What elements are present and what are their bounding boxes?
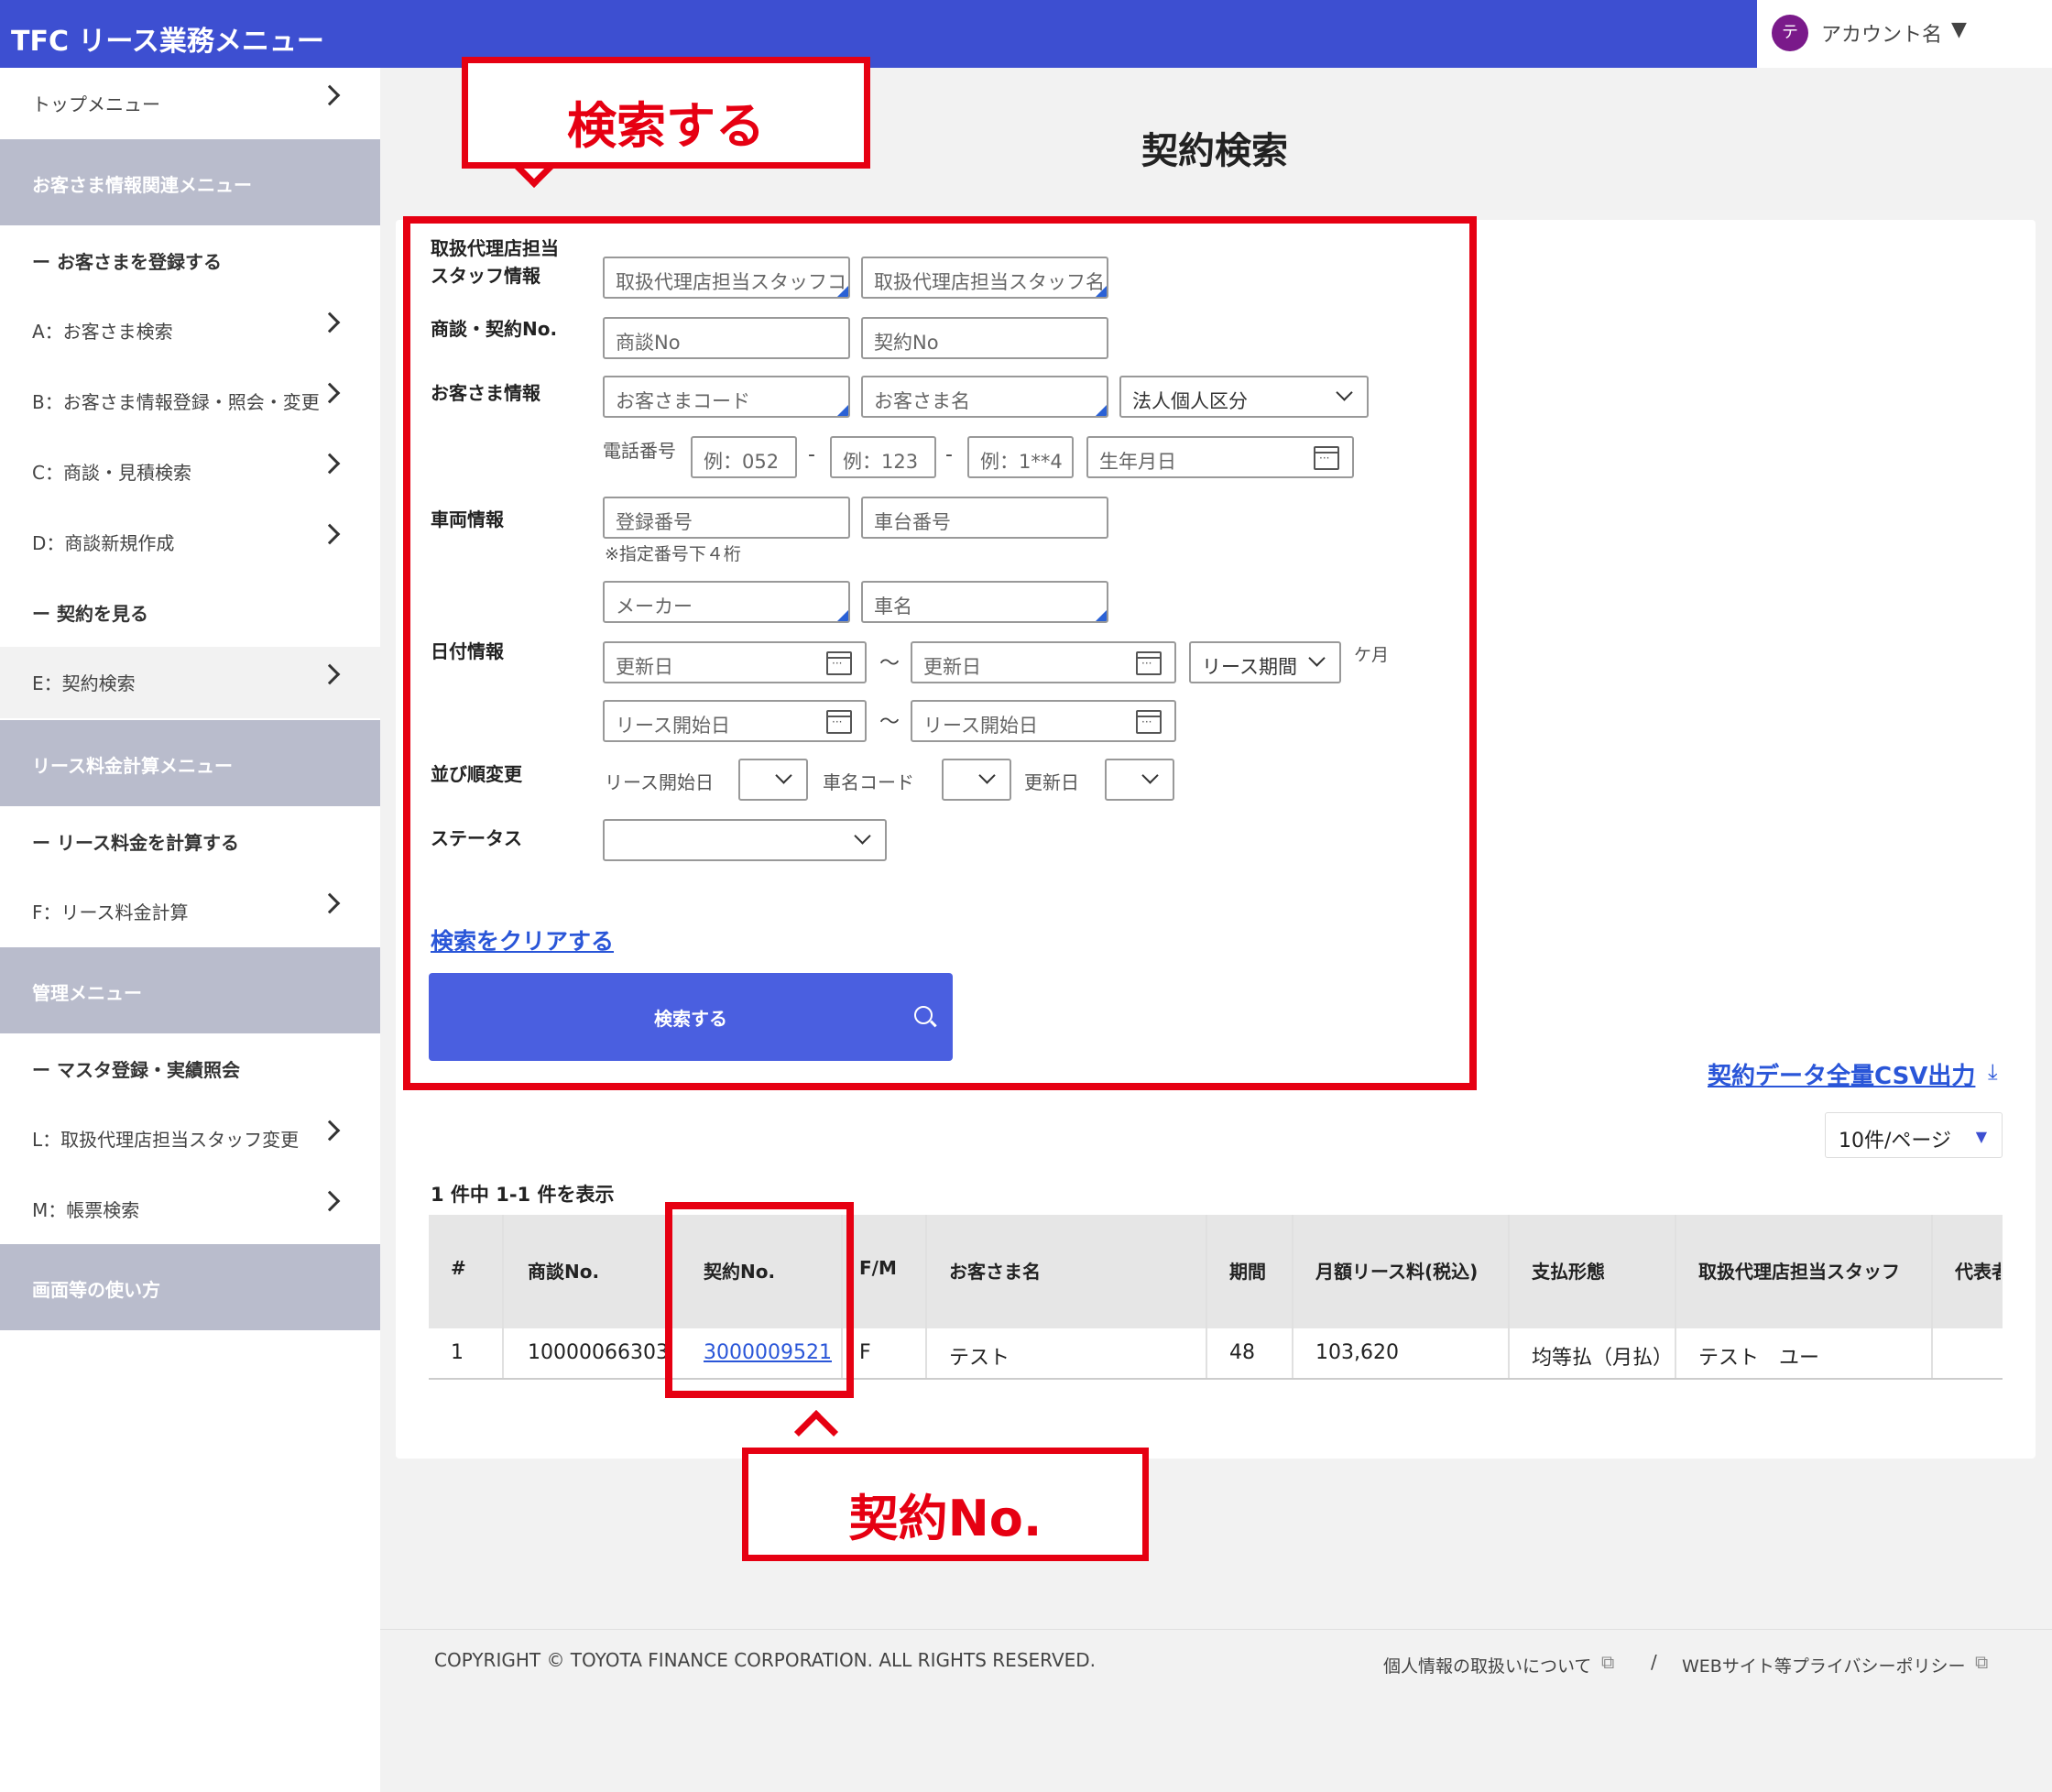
contract-no-highlight <box>665 1202 854 1398</box>
sidebar-item-label: E：契約検索 <box>32 672 136 694</box>
table-divider <box>925 1215 927 1380</box>
external-link-icon: ⧉ <box>1975 1651 1989 1673</box>
sidebar-section-label: 管理メニュー <box>32 982 142 1004</box>
app-title: TFC リース業務メニュー <box>11 26 324 58</box>
sidebar-item-label: F：リース料金計算 <box>32 901 189 923</box>
column-header-monthly-fee: 月額リース料(税込) <box>1315 1261 1479 1283</box>
table-divider <box>1292 1215 1293 1380</box>
sidebar-section-label: お客さま情報関連メニュー <box>32 174 252 196</box>
sidebar-sub-master: ー マスタ登録・実績照会 <box>0 1033 380 1103</box>
chevron-right-icon <box>319 1120 341 1142</box>
sidebar-sub-label: ー 契約を見る <box>32 603 148 625</box>
page-size-select[interactable]: 10件/ページ ▼ <box>1825 1112 2003 1158</box>
privacy-link[interactable]: 個人情報の取扱いについて <box>1383 1653 1591 1677</box>
table-cell-deal-no: 10000066303 <box>528 1341 669 1364</box>
page-size-value: 10件/ページ <box>1839 1130 1951 1153</box>
sidebar-item-label: C：商談・見積検索 <box>32 462 191 484</box>
sidebar-item-customer-register[interactable]: B：お客さま情報登録・照会・変更 <box>0 366 380 437</box>
sidebar-section-admin: 管理メニュー <box>0 947 380 1033</box>
sidebar-item-label: L：取扱代理店担当スタッフ変更 <box>32 1129 300 1151</box>
sidebar-section-lease: リース料金計算メニュー <box>0 720 380 806</box>
sidebar: トップメニュー お客さま情報関連メニュー ー お客さまを登録する A：お客さま検… <box>0 68 380 1792</box>
sidebar-item-contract-search[interactable]: E：契約検索 <box>0 647 380 718</box>
table-divider <box>1931 1215 1933 1380</box>
table-cell-monthly-fee: 103,620 <box>1315 1341 1399 1364</box>
table-cell-staff: テスト ユー <box>1698 1347 1820 1370</box>
sidebar-sub-calc: ー リース料金を計算する <box>0 806 380 876</box>
sidebar-sub-register: ー お客さまを登録する <box>0 225 380 295</box>
chevron-right-icon <box>319 523 341 545</box>
sidebar-item-lease-calc[interactable]: F：リース料金計算 <box>0 876 380 947</box>
sidebar-item-label: D：商談新規作成 <box>32 532 175 554</box>
avatar[interactable]: テ <box>1772 15 1808 51</box>
chevron-right-icon <box>319 382 341 404</box>
table-cell-period: 48 <box>1229 1341 1255 1364</box>
chevron-right-icon <box>319 1190 341 1212</box>
caret-down-icon[interactable]: ▼ <box>1951 18 1967 41</box>
chevron-right-icon <box>319 311 341 333</box>
table-divider <box>1508 1215 1510 1380</box>
chevron-right-icon <box>319 892 341 914</box>
sidebar-item-label: B：お客さま情報登録・照会・変更 <box>32 391 320 413</box>
chevron-right-icon <box>319 84 341 106</box>
download-icon[interactable]: ⤓ <box>1988 1059 1998 1085</box>
sidebar-sub-contract: ー 契約を見る <box>0 577 380 647</box>
table-cell-customer: テスト <box>949 1347 1010 1370</box>
column-header-payment: 支払形態 <box>1532 1261 1605 1283</box>
column-header-deal-no: 商談No. <box>528 1261 600 1283</box>
sidebar-item-label: A：お客さま検索 <box>32 321 173 343</box>
callout-contract-no: 契約No. <box>742 1448 1149 1561</box>
sidebar-item-label: M：帳票検索 <box>32 1199 140 1221</box>
external-link-icon: ⧉ <box>1601 1651 1615 1673</box>
sidebar-sub-label: ー マスタ登録・実績照会 <box>32 1059 240 1081</box>
sidebar-item-customer-search[interactable]: A：お客さま検索 <box>0 295 380 366</box>
search-form-highlight <box>403 216 1477 1090</box>
copyright-text: COPYRIGHT © TOYOTA FINANCE CORPORATION. … <box>434 1649 1097 1671</box>
chevron-right-icon <box>319 663 341 685</box>
sidebar-sub-label: ー リース料金を計算する <box>32 832 239 854</box>
caret-down-icon: ▼ <box>1975 1128 1987 1145</box>
sidebar-section-customer: お客さま情報関連メニュー <box>0 139 380 225</box>
sidebar-section-label: 画面等の使い方 <box>32 1279 160 1301</box>
column-header-index: # <box>451 1257 466 1279</box>
table-divider <box>1675 1215 1676 1380</box>
column-header-period: 期間 <box>1229 1261 1266 1283</box>
sidebar-section-label: リース料金計算メニュー <box>32 755 233 777</box>
table-cell-payment: 均等払（月払） <box>1532 1347 1674 1370</box>
column-header-staff: 取扱代理店担当スタッフ <box>1698 1261 1900 1283</box>
chevron-right-icon <box>319 453 341 475</box>
table-cell-index: 1 <box>451 1341 464 1364</box>
sidebar-item-staff-change[interactable]: L：取扱代理店担当スタッフ変更 <box>0 1103 380 1175</box>
sidebar-item-deal-search[interactable]: C：商談・見積検索 <box>0 436 380 508</box>
sidebar-section-howto[interactable]: 画面等の使い方 <box>0 1244 380 1330</box>
sidebar-item-top-menu[interactable]: トップメニュー <box>0 68 380 139</box>
sidebar-item-report-search[interactable]: M：帳票検索 <box>0 1174 380 1245</box>
column-header-customer: お客さま名 <box>949 1261 1041 1283</box>
sidebar-item-label: トップメニュー <box>32 93 160 115</box>
table-cell-fm: F <box>859 1341 871 1364</box>
footer-separator: / <box>1651 1651 1657 1673</box>
privacy-policy-link[interactable]: WEBサイト等プライバシーポリシー <box>1682 1653 1965 1677</box>
table-divider <box>1206 1215 1207 1380</box>
sidebar-item-deal-create[interactable]: D：商談新規作成 <box>0 507 380 578</box>
page-title: 契約検索 <box>1141 130 1288 172</box>
csv-export-link[interactable]: 契約データ全量CSV出力 <box>1708 1057 1975 1091</box>
account-name[interactable]: アカウント名 <box>1821 18 1942 48</box>
table-divider <box>502 1215 504 1380</box>
result-count: 1 件中 1-1 件を表示 <box>431 1184 615 1206</box>
column-header-fm: F/M <box>859 1257 897 1279</box>
sidebar-sub-label: ー お客さまを登録する <box>32 251 222 273</box>
callout-search: 検索する <box>462 57 870 169</box>
column-header-representative: 代表者 <box>1955 1261 2001 1283</box>
